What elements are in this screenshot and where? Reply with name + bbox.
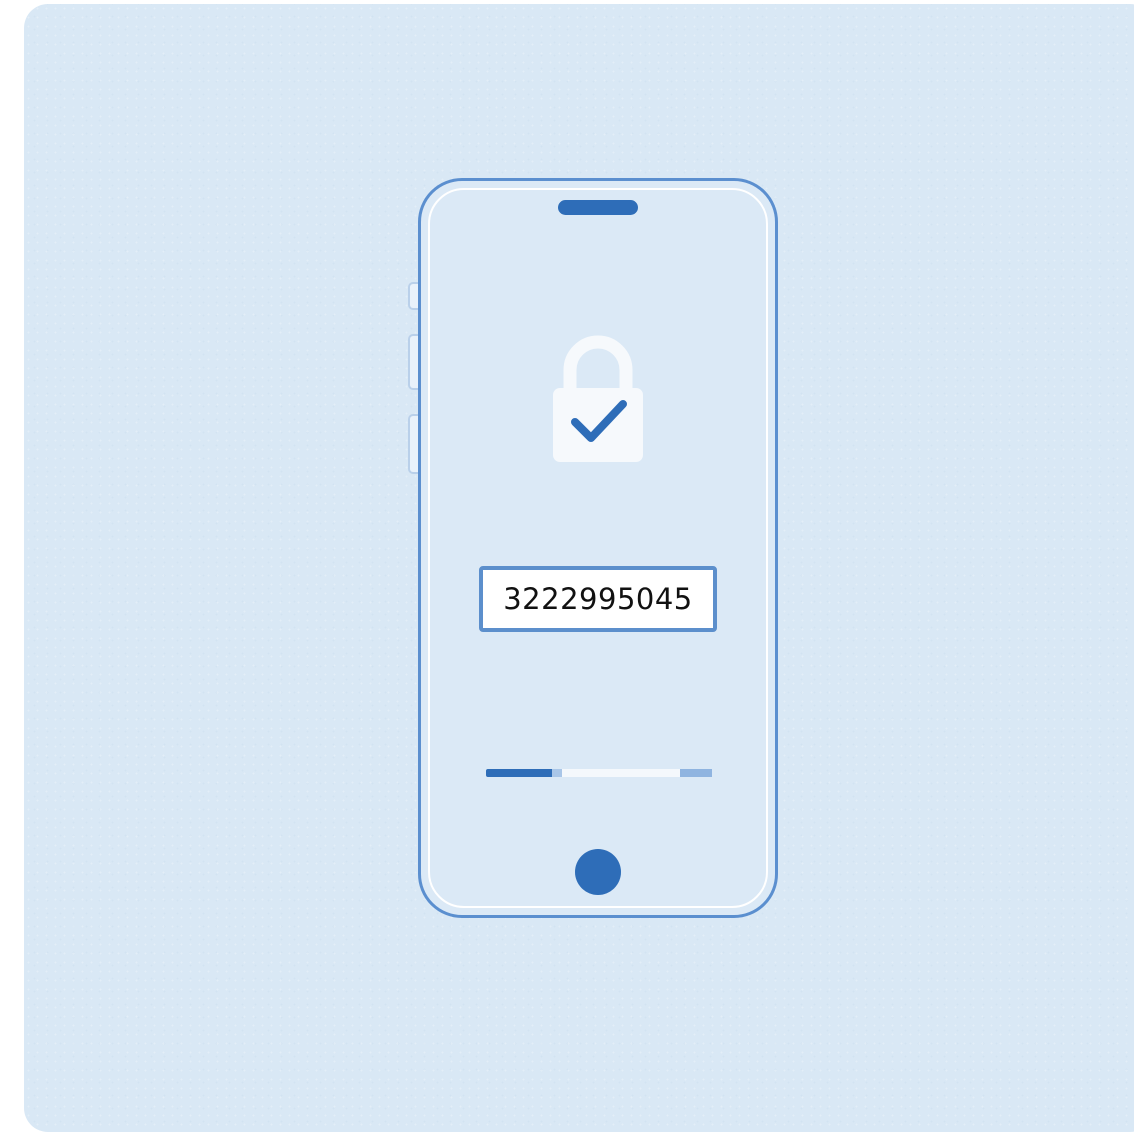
phone-side-button-middle (408, 334, 418, 390)
phone-speaker (558, 200, 638, 215)
smartphone (418, 178, 778, 918)
progress-bar (486, 769, 712, 777)
verification-code: 3222995045 (503, 582, 693, 616)
progress-fill (486, 769, 552, 777)
home-button[interactable] (575, 849, 621, 895)
phone-side-button-bottom (408, 414, 418, 474)
phone-screen (428, 188, 768, 908)
verification-code-field: 3222995045 (479, 566, 717, 632)
phone-side-button-top (408, 282, 418, 310)
padlock-check-icon (553, 335, 643, 462)
